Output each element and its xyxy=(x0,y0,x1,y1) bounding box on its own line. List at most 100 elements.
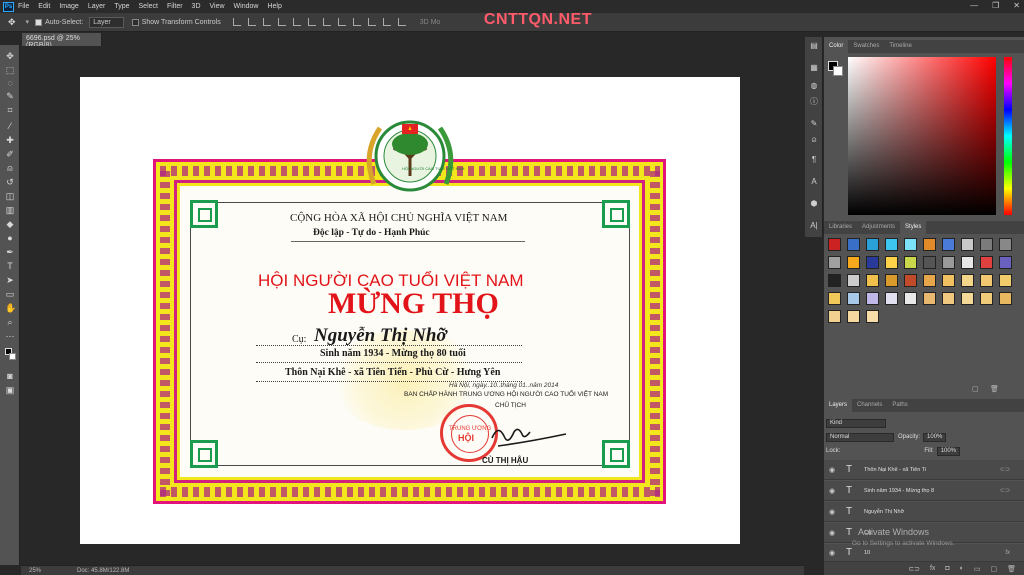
properties-panel-icon[interactable]: ▦ xyxy=(809,63,819,73)
style-swatch[interactable] xyxy=(904,292,917,305)
menu-3d[interactable]: 3D xyxy=(192,3,201,10)
style-swatch[interactable] xyxy=(828,292,841,305)
style-swatch[interactable] xyxy=(847,274,860,287)
menu-type[interactable]: Type xyxy=(114,3,129,10)
shape-tool-icon[interactable]: ▭ xyxy=(5,289,15,299)
marquee-tool-icon[interactable]: ⬚ xyxy=(5,65,15,75)
tab-color[interactable]: Color xyxy=(824,40,849,53)
new-style-icon[interactable]: ▢ xyxy=(972,385,979,393)
quick-select-tool-icon[interactable]: ✎ xyxy=(5,91,15,101)
tab-channels[interactable]: Channels xyxy=(852,399,887,412)
style-swatch[interactable] xyxy=(980,292,993,305)
layer-row[interactable]: ◉ T Thôn Nại Khê - xã Tiên Ti ⊂⊃ xyxy=(824,460,1024,480)
style-swatch[interactable] xyxy=(961,274,974,287)
style-swatch[interactable] xyxy=(904,274,917,287)
quick-mask-icon[interactable]: ◙ xyxy=(5,371,15,381)
zoom-readout[interactable]: 25% xyxy=(29,568,41,574)
style-swatch[interactable] xyxy=(961,238,974,251)
stamp-tool-icon[interactable]: ⍝ xyxy=(5,163,15,173)
move-tool-icon[interactable]: ✥ xyxy=(8,17,16,28)
glyphs-panel-icon[interactable]: A| xyxy=(809,221,819,231)
tab-layers[interactable]: Layers xyxy=(824,399,853,412)
eye-icon[interactable]: ◉ xyxy=(824,466,840,474)
layer-row[interactable]: ◉ T Sinh năm 1934 - Mừng thọ 8 ⊂⊃ xyxy=(824,481,1024,501)
delete-style-icon[interactable]: 🗑 xyxy=(990,385,999,393)
document-tab[interactable]: 6696.psd @ 25% (RGB/8) xyxy=(22,33,102,49)
tab-libraries[interactable]: Libraries xyxy=(824,221,857,234)
chevron-down-icon[interactable]: ▾ xyxy=(26,18,30,26)
style-swatch[interactable] xyxy=(980,238,993,251)
layer-filter-kind[interactable]: Kind xyxy=(826,418,886,428)
more-tools-icon[interactable]: ⋯ xyxy=(5,331,15,341)
align-hcenter-icon[interactable] xyxy=(292,18,301,26)
align-top-icon[interactable] xyxy=(232,18,241,26)
background-color-icon[interactable] xyxy=(9,353,16,360)
path-select-tool-icon[interactable]: ➤ xyxy=(5,275,15,285)
close-icon[interactable]: ✕ xyxy=(1013,1,1020,10)
menu-edit[interactable]: Edit xyxy=(38,3,50,10)
distribute-left-icon[interactable] xyxy=(367,18,376,26)
link-layers-icon[interactable]: ⊂⊃ xyxy=(908,565,920,573)
eyedropper-tool-icon[interactable]: ⁄ xyxy=(5,121,15,131)
healing-tool-icon[interactable]: ✚ xyxy=(5,135,15,145)
style-swatch[interactable] xyxy=(885,274,898,287)
mode-3d-label[interactable]: 3D Mo xyxy=(420,19,441,26)
align-left-icon[interactable] xyxy=(277,18,286,26)
fill-field[interactable]: 100% xyxy=(936,446,961,456)
crop-tool-icon[interactable]: ⌗ xyxy=(5,105,15,115)
style-swatch[interactable] xyxy=(942,292,955,305)
style-swatch[interactable] xyxy=(961,292,974,305)
style-swatch[interactable] xyxy=(866,256,879,269)
menu-layer[interactable]: Layer xyxy=(88,3,106,10)
style-swatch[interactable] xyxy=(923,256,936,269)
brush-tool-icon[interactable]: ✐ xyxy=(5,149,15,159)
blend-mode-dropdown[interactable]: Normal xyxy=(826,432,894,442)
info-panel-icon[interactable]: ⓘ xyxy=(809,97,819,107)
paragraph-panel-icon[interactable]: ¶ xyxy=(809,155,819,165)
menu-view[interactable]: View xyxy=(210,3,225,10)
style-swatch[interactable] xyxy=(923,238,936,251)
type-tool-icon[interactable]: T xyxy=(5,261,15,271)
style-swatch[interactable] xyxy=(980,274,993,287)
blur-tool-icon[interactable]: ◆ xyxy=(5,219,15,229)
layer-row[interactable]: ◉ T Nguyễn Thị Nhỡ xyxy=(824,502,1024,522)
opacity-field[interactable]: 100% xyxy=(923,432,947,442)
zoom-tool-icon[interactable]: ⌕ xyxy=(5,317,15,327)
menu-image[interactable]: Image xyxy=(59,3,78,10)
hand-tool-icon[interactable]: ✋ xyxy=(5,303,16,313)
style-swatch[interactable] xyxy=(961,256,974,269)
trash-icon[interactable]: 🗑 xyxy=(1007,565,1016,573)
character-panel-icon[interactable]: A xyxy=(809,177,819,187)
style-swatch[interactable] xyxy=(828,238,841,251)
style-swatch[interactable] xyxy=(999,274,1012,287)
adjust-panel-icon[interactable]: ◍ xyxy=(809,81,819,91)
clone-panel-icon[interactable]: ⍝ xyxy=(809,135,819,145)
3d-panel-icon[interactable]: ⬢ xyxy=(809,199,819,209)
fx-icon[interactable]: fx xyxy=(930,565,935,572)
style-swatch[interactable] xyxy=(885,292,898,305)
menu-select[interactable]: Select xyxy=(139,3,158,10)
style-swatch[interactable] xyxy=(999,256,1012,269)
align-bottom-icon[interactable] xyxy=(262,18,271,26)
style-swatch[interactable] xyxy=(866,292,879,305)
color-picker-field[interactable] xyxy=(848,57,996,215)
style-swatch[interactable] xyxy=(885,238,898,251)
style-swatch[interactable] xyxy=(866,310,879,323)
style-swatch[interactable] xyxy=(828,310,841,323)
style-swatch[interactable] xyxy=(847,292,860,305)
doc-size-readout[interactable]: Doc: 45.8M/122.8M xyxy=(77,568,129,574)
style-swatch[interactable] xyxy=(885,256,898,269)
style-swatch[interactable] xyxy=(942,274,955,287)
transform-controls-checkbox[interactable] xyxy=(131,18,139,26)
style-swatch[interactable] xyxy=(942,256,955,269)
tab-timeline[interactable]: Timeline xyxy=(884,40,916,53)
distribute-vcenter-icon[interactable] xyxy=(337,18,346,26)
brush-panel-icon[interactable]: ✎ xyxy=(809,119,819,129)
history-brush-tool-icon[interactable]: ↺ xyxy=(5,177,15,187)
eraser-tool-icon[interactable]: ◫ xyxy=(5,191,15,201)
menu-file[interactable]: File xyxy=(18,3,29,10)
eye-icon[interactable]: ◉ xyxy=(824,529,840,537)
style-swatch[interactable] xyxy=(904,238,917,251)
lasso-tool-icon[interactable]: ◌ xyxy=(5,78,15,88)
style-swatch[interactable] xyxy=(866,274,879,287)
